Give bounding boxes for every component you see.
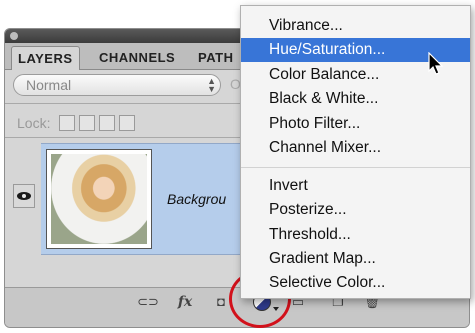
menu-item-invert[interactable]: Invert	[241, 174, 470, 198]
menu-item-black-white[interactable]: Black & White...	[241, 87, 470, 111]
lock-move-icon[interactable]	[99, 114, 115, 131]
layer-visibility-toggle[interactable]	[13, 184, 35, 208]
menu-item-selective-color[interactable]: Selective Color...	[241, 271, 470, 295]
menu-item-gradient-map[interactable]: Gradient Map...	[241, 247, 470, 271]
lock-transparent-icon[interactable]	[59, 114, 75, 131]
lock-brush-icon[interactable]	[79, 114, 95, 131]
blend-mode-select[interactable]: Normal ▲ ▼	[13, 74, 221, 96]
menu-item-threshold[interactable]: Threshold...	[241, 223, 470, 247]
tab-channels[interactable]: CHANNELS	[93, 46, 181, 69]
menu-item-posterize[interactable]: Posterize...	[241, 198, 470, 222]
close-icon[interactable]	[10, 32, 18, 40]
blend-mode-value: Normal	[26, 77, 72, 93]
adjustment-menu: Vibrance... Hue/Saturation... Color Bala…	[240, 5, 471, 299]
cursor-icon	[428, 52, 444, 75]
tab-paths[interactable]: PATH	[192, 46, 239, 69]
lock-icons	[59, 114, 139, 132]
link-icon[interactable]: ⊂⊃	[137, 293, 159, 311]
select-stepper-icon: ▲ ▼	[207, 76, 216, 94]
fx-icon[interactable]: fx	[174, 293, 196, 311]
layer-thumbnail	[46, 149, 152, 249]
tab-layers[interactable]: LAYERS	[11, 46, 80, 70]
layer-name[interactable]: Backgrou	[167, 191, 226, 207]
menu-separator	[241, 167, 470, 168]
menu-item-photo-filter[interactable]: Photo Filter...	[241, 112, 470, 136]
lock-all-icon[interactable]	[119, 114, 135, 131]
menu-item-channel-mixer[interactable]: Channel Mixer...	[241, 136, 470, 160]
menu-item-vibrance[interactable]: Vibrance...	[241, 14, 470, 38]
lock-label: Lock:	[17, 115, 51, 131]
eye-icon	[17, 192, 31, 200]
portrait-image	[51, 154, 147, 244]
